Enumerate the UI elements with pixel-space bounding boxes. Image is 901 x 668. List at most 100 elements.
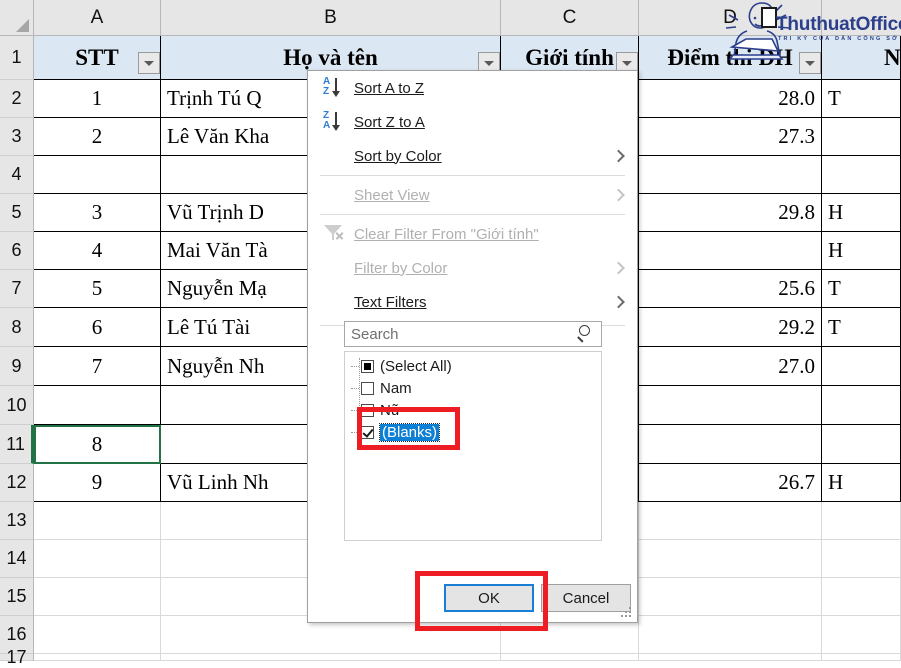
cell-stt-r6[interactable]: 4 — [34, 232, 161, 270]
cell-extra-r15[interactable] — [822, 578, 901, 616]
cell-score-r12[interactable]: 26.7 — [639, 464, 822, 502]
cell-extra-r4[interactable] — [822, 156, 901, 194]
cell-score-r9[interactable]: 27.0 — [639, 347, 822, 386]
row-header-6[interactable]: 6 — [0, 232, 34, 270]
cell-stt-r15[interactable] — [34, 578, 161, 616]
row-header-label: 17 — [6, 646, 27, 667]
checkbox-select-all[interactable] — [361, 359, 374, 373]
row-header-13[interactable]: 13 — [0, 502, 34, 540]
cell-score-r13[interactable] — [639, 502, 822, 540]
filter-value-list[interactable]: (Select All) Nam Nữ (Blanks) — [344, 351, 602, 541]
cell-extra-r9[interactable] — [822, 347, 901, 386]
cell-extra-r10[interactable] — [822, 386, 901, 425]
cell-stt-r17[interactable] — [34, 654, 161, 661]
cancel-button[interactable]: Cancel — [541, 584, 631, 612]
row-header-7[interactable]: 7 — [0, 270, 34, 308]
resize-grip[interactable] — [621, 607, 631, 617]
cell-stt-r7[interactable]: 5 — [34, 270, 161, 308]
cell-stt-r13[interactable] — [34, 502, 161, 540]
row-header-4[interactable]: 4 — [0, 156, 34, 194]
checkbox-nam[interactable] — [361, 381, 374, 395]
cell-score-r8[interactable]: 29.2 — [639, 308, 822, 347]
row-header-15[interactable]: 15 — [0, 578, 34, 616]
cell-score-r15[interactable] — [639, 578, 822, 616]
cell-score-r11[interactable] — [639, 425, 822, 464]
checkbox-blanks[interactable] — [361, 425, 374, 439]
menu-item-sort-by-color[interactable]: Sort by Color — [308, 139, 637, 173]
menu-item-sort-z-to-a[interactable]: ZA Sort Z to A — [308, 105, 637, 139]
cell-extra-r13[interactable] — [822, 502, 901, 540]
row-header-10[interactable]: 10 — [0, 386, 34, 425]
autofilter-dropdown-panel[interactable]: AZ Sort A to Z ZA Sort Z to A Sort by Co… — [307, 70, 638, 623]
column-header-a[interactable]: A — [34, 0, 161, 36]
cell-stt-r8[interactable]: 6 — [34, 308, 161, 347]
cell-extra-r12[interactable]: H — [822, 464, 901, 502]
cell-gender-r17[interactable] — [501, 654, 639, 661]
cell-extra-r3[interactable] — [822, 118, 901, 156]
cell-extra-r16[interactable] — [822, 616, 901, 654]
checkbox-nu[interactable] — [361, 403, 374, 417]
cell-text: 7 — [91, 353, 103, 378]
column-header-c[interactable]: C — [501, 0, 639, 36]
cell-text: Lê Tú Tài — [167, 314, 251, 339]
cell-score-r10[interactable] — [639, 386, 822, 425]
cell-text: Mai Văn Tà — [167, 238, 268, 262]
row-header-9[interactable]: 9 — [0, 347, 34, 386]
cell-stt-r14[interactable] — [34, 540, 161, 578]
row-header-8[interactable]: 8 — [0, 308, 34, 347]
cell-stt-r5[interactable]: 3 — [34, 194, 161, 232]
cell-stt-r12[interactable]: 9 — [34, 464, 161, 502]
filter-search-box[interactable] — [344, 321, 602, 347]
list-item-blanks[interactable]: (Blanks) — [345, 421, 601, 443]
row-header-3[interactable]: 3 — [0, 118, 34, 156]
cell-name-r17[interactable] — [161, 654, 501, 661]
search-input[interactable] — [345, 321, 575, 347]
cell-score-r4[interactable] — [639, 156, 822, 194]
cell-stt-r11[interactable]: 8 — [34, 425, 161, 464]
row-header-label: 14 — [6, 548, 27, 568]
cell-extra-r17[interactable] — [822, 654, 901, 661]
cell-stt-r16[interactable] — [34, 616, 161, 654]
cell-score-r2[interactable]: 28.0 — [639, 80, 822, 118]
select-all-corner[interactable] — [0, 0, 34, 36]
cell-score-r5[interactable]: 29.8 — [639, 194, 822, 232]
cell-score-r6[interactable] — [639, 232, 822, 270]
cell-score-r16[interactable] — [639, 616, 822, 654]
row-header-14[interactable]: 14 — [0, 540, 34, 578]
cell-score-r7[interactable]: 25.6 — [639, 270, 822, 308]
menu-item-text-filters[interactable]: Text Filters — [308, 285, 637, 319]
cell-extra-r6[interactable]: H — [822, 232, 901, 270]
cell-stt-r10[interactable] — [34, 386, 161, 425]
chevron-down-icon — [805, 60, 815, 66]
ok-button[interactable]: OK — [444, 584, 534, 612]
row-header-1[interactable]: 1 — [0, 36, 34, 80]
cell-extra-r7[interactable]: T — [822, 270, 901, 308]
cell-stt-r2[interactable]: 1 — [34, 80, 161, 118]
cell-extra-r11[interactable] — [822, 425, 901, 464]
list-item-nu[interactable]: Nữ — [345, 399, 601, 421]
cell-stt-r9[interactable]: 7 — [34, 347, 161, 386]
cell-text: 29.8 — [778, 200, 815, 224]
row-header-5[interactable]: 5 — [0, 194, 34, 232]
cell-score-r14[interactable] — [639, 540, 822, 578]
cell-score-r3[interactable]: 27.3 — [639, 118, 822, 156]
cell-extra-r8[interactable]: T — [822, 308, 901, 347]
cell-score-r17[interactable] — [639, 654, 822, 661]
list-item-nam[interactable]: Nam — [345, 377, 601, 399]
cell-extra-r5[interactable]: H — [822, 194, 901, 232]
row-header-2[interactable]: 2 — [0, 80, 34, 118]
row-header-17[interactable]: 17 — [0, 647, 34, 667]
cell-extra-r14[interactable] — [822, 540, 901, 578]
row-header-11[interactable]: 11 — [0, 425, 34, 464]
cell-extra-r2[interactable]: T — [822, 80, 901, 118]
row-header-12[interactable]: 12 — [0, 464, 34, 502]
cell-text: T — [828, 314, 841, 339]
menu-item-sort-a-to-z[interactable]: AZ Sort A to Z — [308, 71, 637, 105]
filter-button-score[interactable] — [799, 52, 821, 74]
column-header-b[interactable]: B — [161, 0, 501, 36]
cell-stt-r4[interactable] — [34, 156, 161, 194]
list-item-select-all[interactable]: (Select All) — [345, 355, 601, 377]
spreadsheet-grid[interactable]: A B C D 1 2 3 4 5 6 7 8 9 10 11 12 13 14 15 16 17 STT Họ… — [0, 0, 901, 667]
cell-stt-r3[interactable]: 2 — [34, 118, 161, 156]
filter-button-stt[interactable] — [138, 52, 160, 74]
